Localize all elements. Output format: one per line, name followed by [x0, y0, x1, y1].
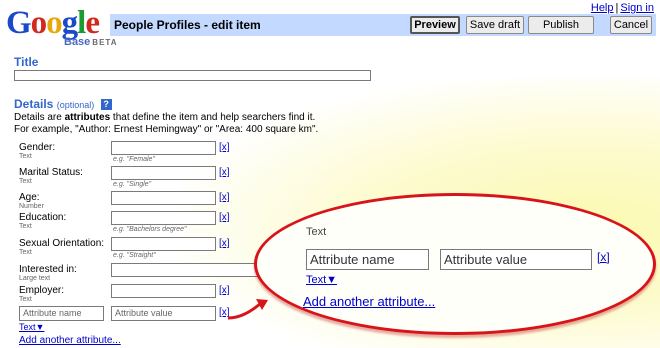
title-label: Title — [14, 55, 39, 69]
field-label-education: Education: — [19, 212, 67, 223]
education-input[interactable] — [111, 211, 216, 225]
field-hint-gender: e.g. "Female" — [113, 156, 155, 163]
sexual-orientation-input[interactable] — [111, 237, 216, 251]
age-input[interactable] — [111, 191, 216, 205]
cancel-button[interactable]: Cancel — [610, 16, 652, 34]
details-description: Details are attributes that define the i… — [14, 112, 319, 135]
remove-marital-status-link[interactable]: [x] — [219, 167, 230, 178]
header-bar: People Profiles - edit item Preview Save… — [110, 14, 656, 36]
help-icon[interactable]: ? — [100, 99, 112, 110]
field-label-gender: Gender: — [19, 142, 56, 153]
field-type-marital-status: Text — [19, 178, 32, 185]
field-label-sexual-orientation: Sexual Orientation: — [19, 238, 105, 249]
callout-type-label: Text — [306, 226, 327, 238]
callout-add-attribute-link[interactable]: Add another attribute... — [303, 294, 435, 309]
add-another-attribute-link[interactable]: Add another attribute... — [19, 335, 121, 346]
field-type-employer: Text — [19, 296, 32, 303]
callout-remove-link[interactable]: [x] — [597, 250, 610, 264]
sign-in-link[interactable]: Sign in — [620, 2, 654, 14]
optional-note: (optional) — [56, 100, 95, 110]
help-link[interactable]: Help — [591, 2, 614, 14]
save-draft-button[interactable]: Save draft — [466, 16, 524, 34]
gender-input[interactable] — [111, 141, 216, 155]
employer-input[interactable] — [111, 284, 216, 298]
logo-wordmark: Google — [6, 5, 100, 41]
attribute-name-input[interactable]: Attribute name — [19, 306, 104, 321]
field-type-gender: Text — [19, 153, 32, 160]
field-type-sexual-orientation: Text — [19, 249, 32, 256]
field-type-education: Text — [19, 223, 32, 230]
remove-sexual-orientation-link[interactable]: [x] — [219, 238, 230, 249]
preview-button[interactable]: Preview — [410, 16, 460, 34]
callout-arrow-icon — [227, 299, 268, 320]
google-base-logo[interactable]: Google Base BETA — [6, 5, 116, 48]
callout-attribute-name-input[interactable]: Attribute name — [306, 249, 429, 270]
logo-subtitle: Base BETA — [64, 36, 118, 48]
publish-button[interactable]: Publish — [528, 16, 594, 34]
field-label-age: Age: — [19, 192, 40, 203]
attribute-type-dropdown[interactable]: Text▼ — [19, 322, 44, 332]
remove-gender-link[interactable]: [x] — [219, 142, 230, 153]
field-type-interested-in: Large text — [19, 275, 51, 282]
field-type-age: Number — [19, 203, 44, 210]
title-input[interactable] — [14, 70, 371, 81]
field-label-employer: Employer: — [19, 285, 65, 296]
callout-attribute-value-input[interactable]: Attribute value — [440, 249, 592, 270]
field-hint-sexual-orientation: e.g. "Straight" — [113, 252, 156, 259]
page-title: People Profiles - edit item — [114, 18, 261, 32]
top-links: Help | Sign in — [590, 2, 654, 14]
details-heading: Details (optional) ? — [14, 97, 112, 111]
marital-status-input[interactable] — [111, 166, 216, 180]
interested-in-input[interactable] — [111, 263, 261, 277]
remove-education-link[interactable]: [x] — [219, 212, 230, 223]
field-hint-marital-status: e.g. "Single" — [113, 181, 152, 188]
field-hint-education: e.g. "Bachelors degree" — [113, 226, 187, 233]
attribute-value-input[interactable]: Attribute value — [111, 306, 216, 321]
field-label-interested-in: Interested in: — [19, 264, 77, 275]
remove-employer-link[interactable]: [x] — [219, 285, 230, 296]
remove-age-link[interactable]: [x] — [219, 192, 230, 203]
field-label-marital-status: Marital Status: — [19, 167, 83, 178]
callout-type-dropdown[interactable]: Text▼ — [306, 274, 337, 286]
